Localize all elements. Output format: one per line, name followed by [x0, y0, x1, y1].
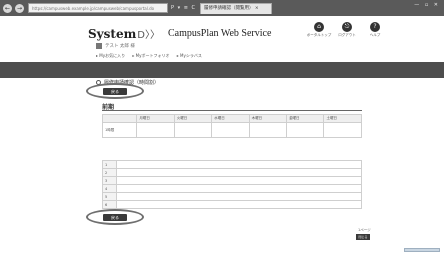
page-title: 履修申請確認（時間割）: [104, 80, 160, 86]
timetable-cell[interactable]: [323, 122, 362, 138]
logo: System: [88, 26, 137, 41]
timetable-cell[interactable]: [136, 122, 175, 138]
row-number: 3: [102, 176, 117, 185]
timetable: 月曜日 火曜日 水曜日 木曜日 金曜日 土曜日 1時限: [101, 114, 362, 138]
logo-arrow-icon: D〉〉: [137, 30, 160, 41]
timetable-cell[interactable]: [211, 122, 250, 138]
app-title: CampusPlan Web Service: [167, 28, 272, 39]
top-back-button[interactable]: 戻る: [103, 88, 127, 95]
table-row: 5: [102, 192, 362, 201]
row-cell: [116, 176, 362, 185]
row-number: 4: [102, 184, 117, 193]
portal-top-button[interactable]: ⌂ ポータルトップ: [305, 22, 333, 38]
portal-top-label: ポータルトップ: [306, 33, 332, 37]
user-name: テスト 太郎 様: [105, 44, 135, 49]
page-count-label: 1ページ: [358, 228, 371, 232]
browser-tab-title: 履修申請確認（閲覧用）: [203, 5, 254, 11]
table-row: 3: [102, 176, 362, 185]
page-title-row: 履修申請確認（時間割）: [96, 79, 159, 86]
user-icon: [96, 43, 102, 49]
timetable-header-wed: 水曜日: [211, 114, 250, 123]
timetable-header-sat: 土曜日: [323, 114, 362, 123]
browser-titlebar: ← → https://campusweb.example.jp/campusw…: [0, 0, 444, 16]
logout-label: ログアウト: [338, 33, 356, 37]
help-label: ヘルプ: [369, 33, 381, 37]
row-cell: [116, 200, 362, 209]
table-row: 6: [102, 200, 362, 209]
help-icon: ?: [370, 22, 380, 32]
address-bar[interactable]: https://campusweb.example.jp/campusweb/c…: [28, 3, 168, 13]
row-cell: [116, 160, 362, 169]
row-cell: [116, 184, 362, 193]
breadcrumb-link-favorites[interactable]: ▸ Myお気に入り: [96, 53, 125, 58]
brand-header: System D〉〉 CampusPlan Web Service: [88, 26, 272, 42]
row-number: 5: [102, 192, 117, 201]
help-button[interactable]: ? ヘルプ: [361, 22, 389, 38]
taskbar-thumbnail[interactable]: [404, 248, 440, 252]
close-button[interactable]: 閉じる: [356, 234, 370, 240]
logout-button[interactable]: ⎋ ログアウト: [333, 22, 361, 38]
table-row: 2: [102, 168, 362, 177]
user-info: テスト 太郎 様: [96, 43, 135, 49]
row-number: 6: [102, 200, 117, 209]
period-label: 1時限: [101, 122, 138, 138]
logout-icon: ⎋: [342, 22, 352, 32]
top-icon-bar: ⌂ ポータルトップ ⎋ ログアウト ? ヘルプ: [305, 22, 389, 38]
bottom-back-button[interactable]: 戻る: [103, 214, 127, 221]
row-cell: [116, 192, 362, 201]
tab-close-icon[interactable]: ×: [255, 6, 259, 11]
timetable-header-thu: 木曜日: [248, 114, 288, 123]
browser-tab[interactable]: 履修申請確認（閲覧用） ×: [199, 2, 272, 14]
row-number: 2: [102, 168, 117, 177]
row-cell: [116, 168, 362, 177]
timetable-cell[interactable]: [286, 122, 325, 138]
breadcrumb-link-syllabus[interactable]: ▸ Myシラバス: [177, 53, 202, 58]
list-table: 1 2 3 4 5 6: [102, 160, 362, 209]
breadcrumb-link-portfolio[interactable]: ▸ Myポートフォリオ: [132, 53, 169, 58]
timetable-header-fri: 金曜日: [286, 114, 325, 123]
nav-band: [0, 62, 444, 78]
address-tools[interactable]: P ▾ ≡ C: [171, 5, 196, 11]
timetable-header-mon: 月曜日: [136, 114, 175, 123]
section-divider: [102, 110, 362, 111]
table-row: 1: [102, 160, 362, 169]
radio-dot-icon: [96, 80, 101, 85]
timetable-cell[interactable]: [248, 122, 288, 138]
timetable-header-corner: [101, 114, 138, 123]
timetable-header-tue: 火曜日: [173, 114, 213, 123]
back-icon[interactable]: ←: [3, 3, 12, 13]
window-controls[interactable]: — ▫ ✕: [414, 2, 440, 8]
table-row: 1時限: [101, 122, 362, 138]
row-number: 1: [102, 160, 117, 169]
breadcrumb: ▸ Myお気に入り ▸ Myポートフォリオ ▸ Myシラバス: [96, 53, 208, 59]
table-row: 4: [102, 184, 362, 193]
forward-icon[interactable]: →: [15, 3, 24, 13]
timetable-cell[interactable]: [173, 122, 213, 138]
home-icon: ⌂: [314, 22, 324, 32]
